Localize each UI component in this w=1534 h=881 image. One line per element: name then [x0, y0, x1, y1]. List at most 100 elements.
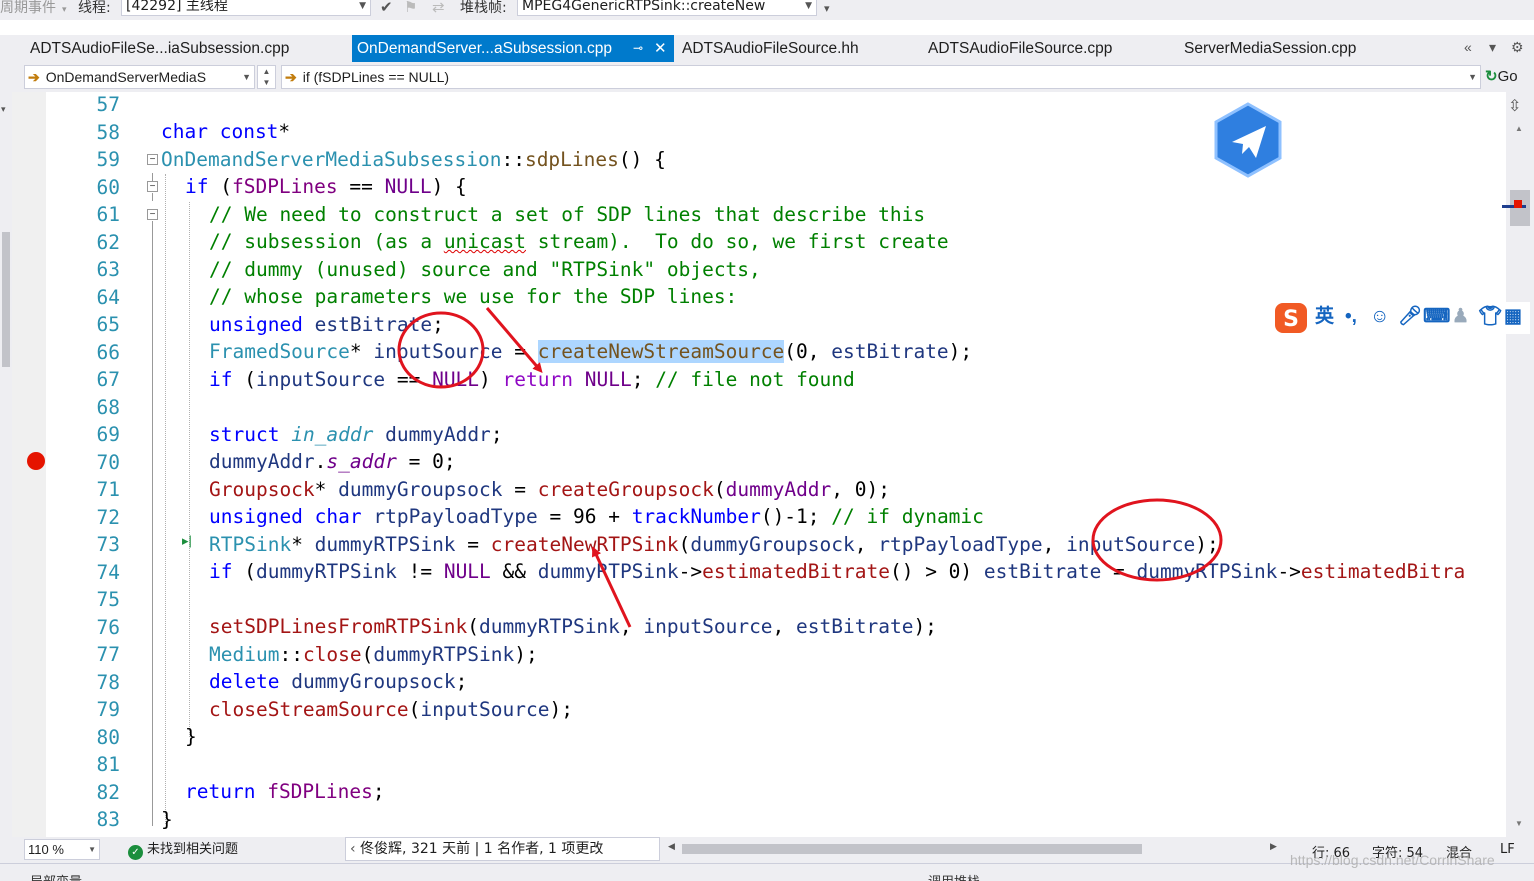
code-line-78: delete dummyGroupsock;: [209, 670, 468, 693]
chevron-down-icon[interactable]: ▾: [1, 104, 6, 115]
line-number: 61: [96, 203, 120, 226]
go-refresh-icon: ↻: [1485, 68, 1498, 85]
line-number: 62: [96, 231, 120, 254]
ime-punctuation-toggle[interactable]: •,: [1345, 305, 1357, 329]
run-to-click-icon[interactable]: ▸|: [182, 533, 192, 549]
go-button[interactable]: ↻Go: [1485, 67, 1518, 85]
go-label: Go: [1497, 68, 1518, 85]
toolbox-icon[interactable]: ▦: [1504, 305, 1522, 329]
vertical-scrollbar[interactable]: ⇳ ▲ ▼: [1502, 92, 1534, 837]
tab-label: ADTSAudioFileSource.hh: [682, 40, 859, 57]
microphone-icon[interactable]: 🎤︎: [1398, 305, 1422, 329]
tab-label: ServerMediaSession.cpp: [1184, 40, 1357, 57]
scroll-left-icon[interactable]: ‹: [0, 35, 6, 62]
scroll-right-icon[interactable]: ▶: [1270, 841, 1277, 852]
tab-ondemand-subsession-cpp[interactable]: OnDemandServer...aSubsession.cpp ⊸ ✕: [352, 35, 674, 62]
code-line-60: if (fSDPLines == NULL) {: [185, 175, 467, 198]
flag-thread-icon[interactable]: ✔: [380, 0, 393, 16]
line-number: 73: [96, 533, 120, 556]
member-dropdown[interactable]: ➔ if (fSDPLines == NULL) ▼: [281, 65, 1481, 89]
toolbar-overflow-icon[interactable]: ▾: [824, 2, 830, 15]
tab-server-media-session-cpp[interactable]: ServerMediaSession.cpp: [1184, 35, 1356, 62]
selected-text: createNewStreamSource: [537, 340, 785, 363]
code-line-61: // We need to construct a set of SDP lin…: [209, 203, 926, 226]
collapse-icon[interactable]: −: [147, 181, 158, 192]
skin-icon[interactable]: 👕︎: [1478, 305, 1502, 329]
collapse-icon[interactable]: −: [147, 209, 158, 220]
flag-icon[interactable]: ⚑: [404, 0, 417, 16]
line-number: 81: [96, 753, 120, 776]
code-line-65: unsigned estBitrate;: [209, 313, 444, 336]
split-icon[interactable]: ⇳: [1508, 96, 1521, 116]
line-ending-indicator[interactable]: LF: [1500, 842, 1515, 857]
svg-text:S: S: [1283, 307, 1299, 332]
scroll-down-icon[interactable]: ▼: [1515, 819, 1523, 828]
scroll-left-icon[interactable]: ◀: [668, 841, 675, 852]
locals-panel-title[interactable]: 局部变量: [30, 871, 82, 881]
issues-text: 未找到相关问题: [147, 842, 239, 857]
collapse-icon[interactable]: −: [147, 154, 158, 165]
indent-guide: [189, 202, 190, 737]
toolbox-scroll-thumb[interactable]: [2, 232, 10, 367]
scroll-thumb[interactable]: [1510, 190, 1530, 226]
scroll-up-icon[interactable]: ▲: [1515, 124, 1523, 133]
thread-value: [42292] 主线程: [126, 0, 228, 14]
line-number: 63: [96, 258, 120, 281]
line-number: 70: [96, 451, 120, 474]
navigation-bar: ➔ OnDemandServerMediaS ▼ ▲ ▼ ➔ if (fSDPLine…: [0, 62, 1534, 92]
code-line-63: // dummy (unused) source and "RTPSink" o…: [209, 258, 761, 281]
gear-icon[interactable]: ⚙: [1511, 39, 1524, 56]
line-number: 66: [96, 341, 120, 364]
chevron-left-icon: ‹: [350, 841, 361, 857]
scope-spinner[interactable]: ▲ ▼: [257, 65, 276, 89]
line-number: 78: [96, 671, 120, 694]
line-number: 79: [96, 698, 120, 721]
tab-adts-subsession-cpp[interactable]: ADTSAudioFileSe...iaSubsession.cpp: [30, 35, 289, 62]
code-line-62: // subsession (as a unicast stream). To …: [209, 230, 949, 253]
member-arrow-icon: ➔: [285, 69, 297, 85]
code-line-80: }: [185, 725, 197, 748]
line-number: 71: [96, 478, 120, 501]
line-number: 59: [96, 148, 120, 171]
tab-adts-source-hh[interactable]: ADTSAudioFileSource.hh: [682, 35, 859, 62]
tab-list-dropdown-icon[interactable]: ▾: [1489, 39, 1496, 56]
emoji-icon[interactable]: ☺: [1370, 305, 1389, 329]
tab-adts-source-cpp[interactable]: ADTSAudioFileSource.cpp: [928, 35, 1112, 62]
call-stack-panel-title[interactable]: 调用堆栈: [928, 871, 980, 881]
lifecycle-dropdown-icon[interactable]: ▾: [62, 2, 67, 18]
close-icon[interactable]: ✕: [654, 35, 667, 62]
zoom-dropdown[interactable]: 110 % ▼: [24, 839, 100, 860]
issues-indicator[interactable]: ✓ 未找到相关问题: [128, 841, 238, 860]
scope-dropdown[interactable]: ➔ OnDemandServerMediaS ▼: [24, 65, 255, 89]
chevron-down-icon: ▼: [805, 1, 812, 11]
tab-overflow-icon[interactable]: «: [1464, 39, 1472, 55]
codelens-author[interactable]: ‹ 佟俊辉, 321 天前 | 1 名作者, 1 项更改: [345, 837, 660, 861]
horizontal-scrollbar[interactable]: ◀ ▶: [668, 841, 1280, 856]
user-icon[interactable]: ♟: [1452, 305, 1469, 329]
scope-value: OnDemandServerMediaS: [45, 69, 207, 85]
thread-label: 线程:: [78, 0, 111, 16]
thread-dropdown[interactable]: [42292] 主线程 ▼: [121, 0, 371, 16]
code-line-59: OnDemandServerMediaSubsession::sdpLines(…: [161, 148, 666, 171]
line-number: 72: [96, 506, 120, 529]
member-value: if (fSDPLines == NULL): [302, 69, 450, 85]
check-icon: ✓: [128, 845, 143, 860]
show-threads-icon[interactable]: ⇄: [432, 0, 445, 16]
lifecycle-events-label: 周期事件: [0, 0, 56, 16]
bird-app-icon: [1214, 102, 1282, 178]
code-line-66: FramedSource* inputSource = createNewStr…: [209, 340, 973, 363]
ime-language-toggle[interactable]: 英: [1315, 305, 1334, 329]
line-number: 67: [96, 368, 120, 391]
horizontal-scroll-thumb[interactable]: [682, 844, 1142, 854]
pin-icon[interactable]: ⊸: [633, 35, 643, 62]
code-line-77: Medium::close(dummyRTPSink);: [209, 643, 538, 666]
zoom-value: 110 %: [28, 842, 64, 857]
line-number: 74: [96, 561, 120, 584]
stack-frame-dropdown[interactable]: MPEG4GenericRTPSink::createNew ▼: [517, 0, 817, 16]
code-line-58: char const*: [161, 120, 291, 143]
keyboard-icon[interactable]: ⌨: [1423, 305, 1450, 329]
code-area[interactable]: − − − 57 58 59 60 61 62 63 64 65 66 67 68 69 70 71 72 73…: [12, 92, 1506, 837]
sogou-logo-icon: S: [1275, 303, 1307, 333]
ime-toolbar[interactable]: S 英 •, ☺ 🎤︎ ⌨ ♟ 👕︎ ▦: [1274, 302, 1530, 334]
code-line-73: RTPSink* dummyRTPSink = createNewRTPSink…: [209, 533, 1219, 556]
